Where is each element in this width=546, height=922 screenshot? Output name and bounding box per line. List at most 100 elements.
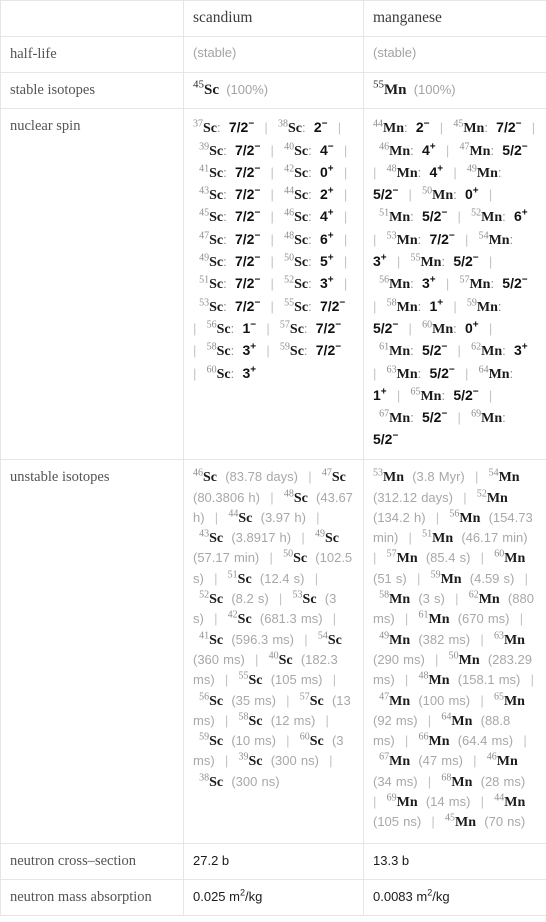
isotope-mass-number: 42 xyxy=(227,610,238,621)
entry-colon: : xyxy=(308,254,320,270)
entry-colon: : xyxy=(441,387,454,403)
entry-colon: : xyxy=(509,365,518,381)
entry-colon: : xyxy=(453,187,465,203)
isotope-mass-number: 55 xyxy=(410,252,421,264)
entry-separator: | xyxy=(445,298,465,314)
spin-value: 7/2− xyxy=(429,230,455,247)
nuclear-spin-entry: 49Sc: 7/2− xyxy=(199,253,260,270)
entry-separator: | xyxy=(216,712,237,728)
nuclear-spin-entry: 40Sc: 4− xyxy=(284,141,333,158)
unstable-isotope-entry: 41Sc (596.3 ms) xyxy=(199,630,294,648)
spin-value: 7/2− xyxy=(234,207,261,225)
entry-separator: | xyxy=(396,611,417,627)
isotope-half-life: (12 ms) xyxy=(262,712,316,728)
entry-colon: : xyxy=(490,276,503,292)
isotope-mass-number: 41 xyxy=(199,163,210,175)
isotope-half-life: (300 ns) xyxy=(262,753,319,769)
isotope-mass-number: 41 xyxy=(199,630,210,642)
entry-separator: | xyxy=(262,209,283,225)
unstable-isotope-entry: 38Sc (300 ns) xyxy=(199,773,280,790)
element-symbol: Sc xyxy=(216,321,231,337)
isotope-mass-number: 57 xyxy=(459,275,470,286)
spin-value: 7/2− xyxy=(234,185,261,203)
element-symbol: Sc xyxy=(248,673,263,689)
isotope-half-life: (105 ms) xyxy=(262,672,323,688)
isotope-mass-number: 47 xyxy=(459,141,470,153)
isotope-mass-number: 51 xyxy=(379,208,390,220)
nuclear-spin-entry: 65Mn: 5/2− xyxy=(410,387,478,404)
entry-colon: : xyxy=(230,320,243,336)
nuclear-spin-entry: 56Sc: 1− xyxy=(207,320,256,337)
unstable-isotope-entry: 69Mn (14 ms) xyxy=(387,793,471,810)
spin-value: 1+ xyxy=(373,386,387,403)
entry-colon: : xyxy=(223,254,235,270)
isotope-half-life: (4.59 s) xyxy=(461,570,515,586)
spin-parity-sign: + xyxy=(327,163,334,175)
isotope-mass-number: 57 xyxy=(386,549,397,561)
spin-value: 0+ xyxy=(464,319,479,336)
entry-separator: | xyxy=(396,733,417,749)
nuclear-spin-list-manganese: 44Mn: 2− | 45Mn: 7/2− | 46Mn: 4+ | 47Mn:… xyxy=(363,108,546,461)
nuclear-spin-entry: 41Sc: 7/2− xyxy=(199,163,260,181)
entry-separator: | xyxy=(423,814,444,830)
nma-mn-number: 0.0083 m xyxy=(373,888,428,904)
nuclear-spin-entry: 37Sc: 7/2− xyxy=(193,119,254,136)
isotope-mass-number: 40 xyxy=(284,141,295,153)
isotope-half-life: (46.17 min) xyxy=(453,530,528,546)
spin-value: 5/2− xyxy=(453,252,479,270)
element-symbol: Mn xyxy=(455,815,477,831)
nuclear-spin-entry: 60Mn: 0+ xyxy=(422,319,479,337)
isotope-mass-number: 49 xyxy=(314,528,325,540)
element-symbol: Sc xyxy=(204,82,219,99)
isotope-mass-number: 52 xyxy=(284,275,295,286)
isotope-mass-number: 47 xyxy=(199,230,210,242)
isotope-mass-number: 50 xyxy=(448,650,459,662)
isotope-mass-number: 46 xyxy=(193,467,203,479)
spin-value: 5/2− xyxy=(421,341,448,359)
isotope-mass-number: 57 xyxy=(299,691,310,703)
entry-colon: : xyxy=(410,410,422,426)
isotope-mass-number: 61 xyxy=(418,610,429,621)
unstable-isotope-entry: 59Mn (4.59 s) xyxy=(431,570,515,587)
spin-value: 5/2− xyxy=(421,408,448,426)
isotope-mass-number: 50 xyxy=(283,549,294,561)
entry-colon: : xyxy=(303,343,316,359)
element-symbol: Mn xyxy=(389,632,411,648)
element-symbol: Sc xyxy=(294,165,309,181)
entry-separator: | xyxy=(419,773,440,789)
entry-colon: : xyxy=(497,164,506,180)
element-symbol: Mn xyxy=(389,143,411,159)
isotope-mass-number: 51 xyxy=(227,569,238,581)
element-symbol: Mn xyxy=(504,551,526,567)
neutron-mass-absorption-scandium: 0.025 m2/kg xyxy=(183,878,364,916)
spin-value: 5/2− xyxy=(373,319,399,336)
entry-colon: : xyxy=(308,276,320,292)
spin-value: 0+ xyxy=(319,163,334,180)
isotope-mass-number: 45 xyxy=(193,78,204,91)
spin-value: 5/2− xyxy=(502,274,528,292)
entry-separator: | xyxy=(256,120,276,136)
unstable-isotope-entry: 56Sc (35 ms) xyxy=(199,692,276,709)
element-symbol: Mn xyxy=(420,388,442,404)
isotope-half-life: (35 ms) xyxy=(223,692,276,708)
spin-parity-sign: − xyxy=(448,230,455,242)
unstable-isotope-entry: 57Mn (85.4 s) xyxy=(386,549,471,567)
isotope-half-life: (300 ns) xyxy=(223,773,280,789)
entry-separator: | xyxy=(205,570,226,586)
isotope-mass-number: 63 xyxy=(386,364,397,376)
spin-parity-sign: + xyxy=(429,140,436,152)
entry-separator: | xyxy=(262,298,283,314)
spin-parity-sign: + xyxy=(472,185,479,197)
isotope-mass-number: 67 xyxy=(379,408,390,420)
nuclear-spin-entry: 47Sc: 7/2− xyxy=(199,230,260,248)
element-symbol: Sc xyxy=(237,612,252,628)
spin-value: 5/2− xyxy=(502,140,528,158)
element-symbol: Mn xyxy=(481,411,503,427)
isotope-abundance: (100%) xyxy=(406,82,456,98)
isotope-mass-number: 60 xyxy=(206,364,217,376)
spin-parity-sign: − xyxy=(472,252,479,264)
element-symbol: Sc xyxy=(209,531,224,547)
entry-colon: : xyxy=(308,209,320,225)
isotope-mass-number: 53 xyxy=(199,297,210,309)
isotope-mass-number: 49 xyxy=(379,630,390,642)
